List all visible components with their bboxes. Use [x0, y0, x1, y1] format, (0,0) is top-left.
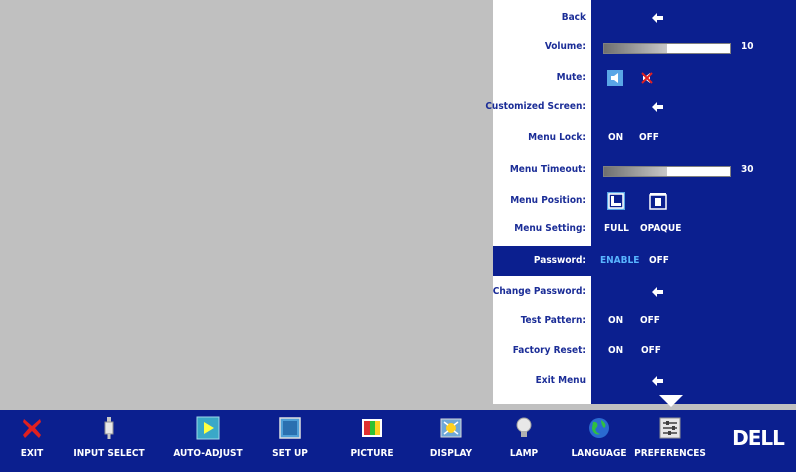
input-connector-icon — [104, 417, 114, 439]
menu-set-up[interactable]: SET UP — [266, 410, 314, 472]
selected-menu-pointer — [659, 395, 683, 407]
mute-label: Mute: — [556, 72, 586, 83]
menu-setting-label: Menu Setting: — [514, 223, 586, 234]
password-off-option[interactable]: OFF — [649, 246, 669, 276]
osd-row-customized-screen[interactable]: Customized Screen: — [485, 92, 796, 122]
menu-setting-full-option[interactable]: FULL — [604, 214, 629, 244]
speaker-muted-icon[interactable] — [639, 70, 655, 86]
osd-row-menu-setting[interactable]: Menu Setting: FULL OPAQUE — [493, 214, 796, 244]
menu-input-select-label: INPUT SELECT — [73, 448, 145, 459]
menu-language[interactable]: LANGUAGE — [570, 410, 628, 472]
factory-reset-label: Factory Reset: — [512, 345, 586, 356]
menu-position-label: Menu Position: — [510, 195, 586, 206]
customized-screen-label: Customized Screen: — [485, 101, 586, 112]
osd-row-menu-lock[interactable]: Menu Lock: ON OFF — [493, 123, 796, 153]
language-globe-icon — [589, 418, 609, 438]
password-enable-option[interactable]: ENABLE — [600, 246, 639, 276]
volume-slider[interactable] — [603, 43, 731, 54]
menu-lock-on-option[interactable]: ON — [608, 123, 623, 153]
menu-timeout-value: 30 — [741, 164, 754, 175]
speaker-on-icon[interactable] — [607, 70, 623, 86]
osd-main-menu-bar: EXIT INPUT SELECT AUTO-ADJUST SET UP PIC… — [0, 410, 796, 472]
test-pattern-off-option[interactable]: OFF — [640, 306, 660, 336]
menu-position-bottom-left-icon[interactable] — [607, 192, 625, 210]
menu-setting-opaque-option[interactable]: OPAQUE — [640, 214, 681, 244]
exit-menu-label: Exit Menu — [535, 375, 586, 386]
enter-arrow-icon[interactable] — [651, 12, 665, 24]
menu-timeout-slider-fill — [604, 167, 667, 176]
menu-auto-adjust-label: AUTO-ADJUST — [173, 448, 243, 459]
menu-input-select[interactable]: INPUT SELECT — [70, 410, 148, 472]
osd-row-test-pattern[interactable]: Test Pattern: ON OFF — [493, 306, 796, 336]
change-password-label: Change Password: — [492, 286, 586, 297]
volume-label: Volume: — [544, 41, 586, 52]
menu-lock-off-option[interactable]: OFF — [639, 123, 659, 153]
factory-reset-on-option[interactable]: ON — [608, 336, 623, 366]
menu-position-center-icon[interactable] — [649, 192, 667, 210]
osd-row-menu-position[interactable]: Menu Position: — [493, 186, 796, 216]
menu-preferences[interactable]: PREFERENCES — [634, 410, 706, 472]
menu-lock-label: Menu Lock: — [528, 132, 586, 143]
menu-display-label: DISPLAY — [429, 448, 473, 459]
dell-logo: DELL — [732, 426, 786, 449]
preferences-sliders-icon — [659, 417, 681, 439]
volume-value: 10 — [741, 41, 754, 52]
menu-timeout-slider[interactable] — [603, 166, 731, 177]
picture-color-icon — [362, 419, 382, 437]
back-label: Back — [561, 12, 586, 23]
display-icon — [440, 418, 462, 438]
password-label: Password: — [533, 255, 586, 266]
osd-row-back[interactable]: Back — [493, 3, 796, 33]
dell-logo-text: DELL — [732, 426, 785, 449]
osd-row-exit-menu[interactable]: Exit Menu — [493, 366, 796, 396]
menu-lamp-label: LAMP — [509, 448, 539, 459]
auto-adjust-play-icon — [196, 416, 220, 440]
osd-row-password[interactable]: Password: ENABLE OFF — [493, 246, 796, 276]
osd-row-mute[interactable]: Mute: — [493, 63, 796, 93]
osd-row-menu-timeout[interactable]: Menu Timeout: 30 — [493, 155, 796, 185]
menu-auto-adjust[interactable]: AUTO-ADJUST — [170, 410, 246, 472]
menu-exit-label: EXIT — [20, 448, 44, 459]
osd-row-volume[interactable]: Volume: 10 — [493, 32, 796, 62]
setup-screen-icon — [279, 417, 301, 439]
volume-slider-fill — [604, 44, 667, 53]
menu-language-label: LANGUAGE — [571, 448, 627, 459]
menu-lamp[interactable]: LAMP — [504, 410, 544, 472]
menu-set-up-label: SET UP — [272, 448, 308, 459]
exit-x-icon — [23, 419, 41, 438]
enter-arrow-icon[interactable] — [651, 101, 665, 113]
menu-display[interactable]: DISPLAY — [424, 410, 478, 472]
menu-preferences-label: PREFERENCES — [634, 448, 706, 459]
lamp-bulb-icon — [516, 417, 532, 437]
factory-reset-off-option[interactable]: OFF — [641, 336, 661, 366]
test-pattern-label: Test Pattern: — [520, 315, 586, 326]
enter-arrow-icon[interactable] — [651, 286, 665, 298]
osd-row-factory-reset[interactable]: Factory Reset: ON OFF — [493, 336, 796, 366]
menu-exit[interactable]: EXIT — [10, 410, 54, 472]
enter-arrow-icon[interactable] — [651, 375, 665, 387]
test-pattern-on-option[interactable]: ON — [608, 306, 623, 336]
osd-preferences-panel: Back Volume: 10 Mute: Customized Screen: — [485, 0, 796, 404]
osd-row-change-password[interactable]: Change Password: — [493, 277, 796, 307]
menu-timeout-label: Menu Timeout: — [509, 164, 586, 175]
menu-picture[interactable]: PICTURE — [346, 410, 398, 472]
menu-picture-label: PICTURE — [350, 448, 394, 459]
